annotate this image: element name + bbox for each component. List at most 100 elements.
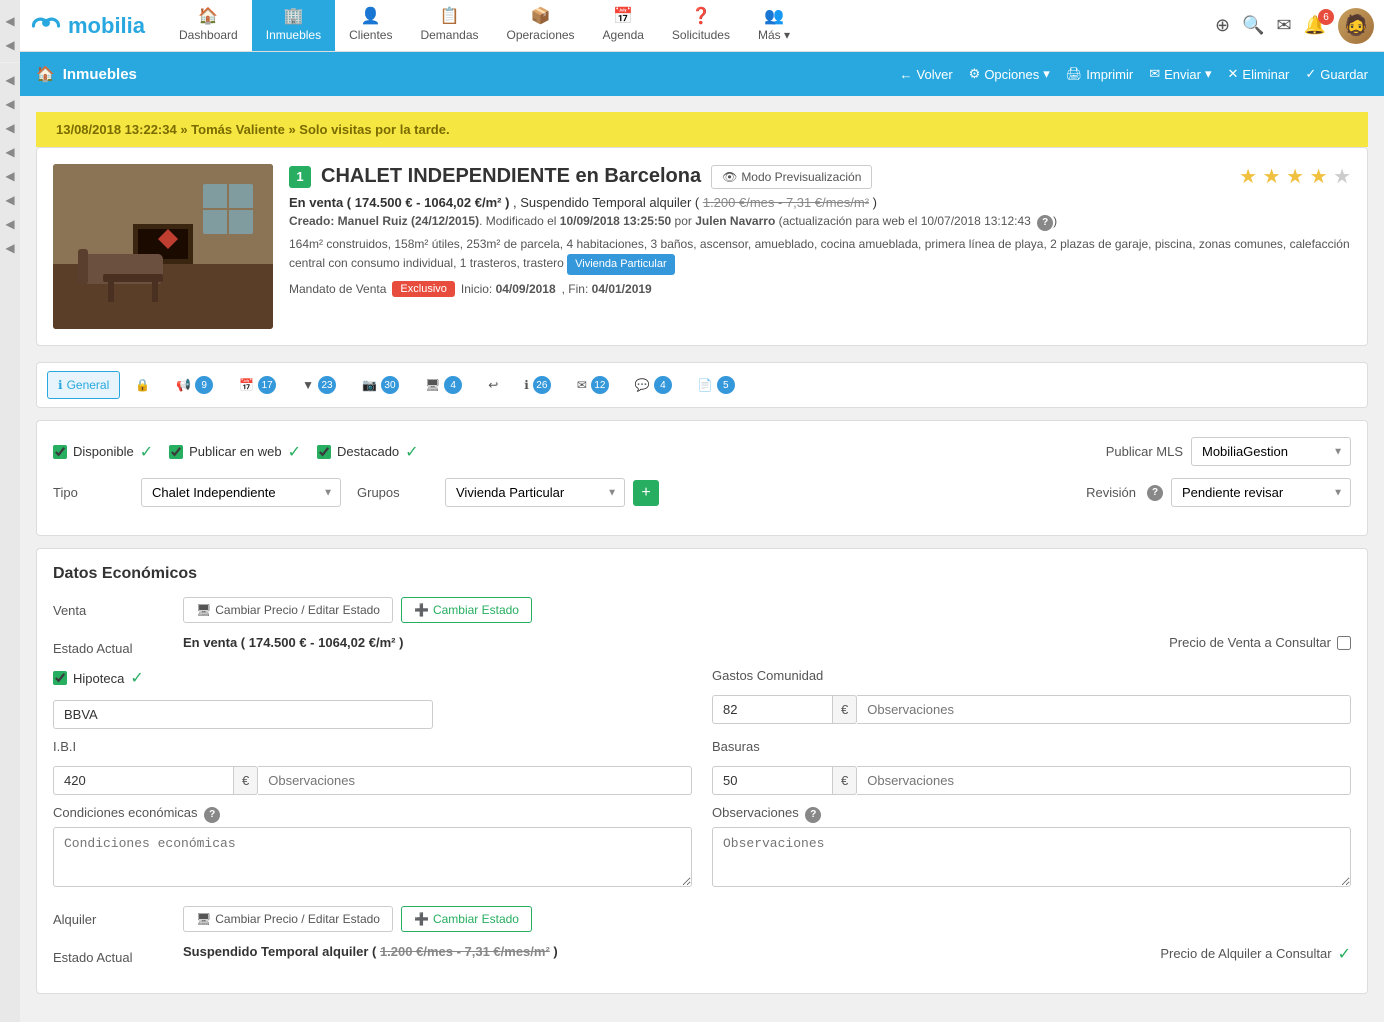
chevron-down-icon: ▾ xyxy=(1043,66,1050,82)
sidebar-arrow[interactable]: ◀ xyxy=(3,93,16,115)
star-5: ★ xyxy=(1333,166,1351,188)
add-button[interactable]: ⊕ xyxy=(1215,15,1230,36)
gastos-euro-unit: € xyxy=(832,695,857,724)
gastos-obs-input[interactable] xyxy=(857,695,1351,724)
cambiar-precio-button[interactable]: 🖥 Cambiar Precio / Editar Estado xyxy=(183,597,393,623)
tab-lock[interactable]: 🔒 xyxy=(124,371,161,399)
general-form-section: Disponible ✓ Publicar en web ✓ Destacado… xyxy=(36,420,1368,536)
user-avatar[interactable]: 🧔 xyxy=(1338,8,1374,44)
nav-demandas[interactable]: 📋 Demandas xyxy=(406,0,492,51)
tab-general[interactable]: ℹ General xyxy=(47,371,120,399)
tab-chat-badge: 4 xyxy=(654,376,672,394)
nav-inmuebles-label: Inmuebles xyxy=(266,28,321,42)
sidebar-arrow[interactable]: ◀ xyxy=(3,165,16,187)
nav-dashboard[interactable]: 🏠 Dashboard xyxy=(165,0,252,51)
destacado-checkbox[interactable] xyxy=(317,445,331,459)
tab-photos[interactable]: 📷 30 xyxy=(351,369,410,401)
observaciones-help-icon[interactable]: ? xyxy=(805,807,821,823)
sidebar-arrow[interactable]: ◀ xyxy=(3,213,16,235)
tipo-select-wrapper: Chalet Independiente Piso Casa Local Sol… xyxy=(141,478,341,507)
tab-screen[interactable]: 🖥 4 xyxy=(414,369,473,401)
monitor-icon: 🖥 xyxy=(425,378,440,392)
send-button[interactable]: ✉ Enviar ▾ xyxy=(1149,66,1211,82)
mas-icon: 👥 xyxy=(764,6,784,26)
nav-inmuebles[interactable]: 🏢 Inmuebles xyxy=(252,0,335,51)
send-icon: ✉ xyxy=(1149,66,1160,82)
add-grupo-button[interactable]: + xyxy=(633,480,659,506)
hipoteca-row: Hipoteca ✓ Gastos Comunidad xyxy=(53,668,1351,729)
sidebar-arrow[interactable]: ◀ xyxy=(3,189,16,211)
nav-solicitudes-label: Solicitudes xyxy=(672,28,730,42)
notifications-button[interactable]: 🔔 6 xyxy=(1304,15,1326,36)
nav-right: ⊕ 🔍 ✉ 🔔 6 🧔 xyxy=(1215,8,1374,44)
revision-label: Revisión xyxy=(1086,485,1136,500)
star-3: ★ xyxy=(1286,166,1304,188)
delete-button[interactable]: ✕ Eliminar xyxy=(1228,66,1290,82)
search-button[interactable]: 🔍 xyxy=(1242,15,1264,36)
tab-history[interactable]: ↩ xyxy=(477,371,509,399)
condiciones-help-icon[interactable]: ? xyxy=(204,807,220,823)
tabs-bar: ℹ General 🔒 📢 9 📅 17 ▼ 23 xyxy=(36,362,1368,408)
cambiar-estado-button[interactable]: ➕ Cambiar Estado xyxy=(401,597,532,623)
destacado-check-icon: ✓ xyxy=(405,442,418,462)
hipoteca-input[interactable] xyxy=(53,700,433,729)
basuras-obs-input[interactable] xyxy=(857,766,1351,795)
tab-whatsapp[interactable]: 💬 4 xyxy=(624,369,683,401)
condiciones-textarea[interactable] xyxy=(53,827,692,887)
publicar-web-check-icon: ✓ xyxy=(288,442,301,462)
nav-operaciones-label: Operaciones xyxy=(507,28,575,42)
nav-operaciones[interactable]: 📦 Operaciones xyxy=(493,0,589,51)
publicar-web-checkbox-group: Publicar en web ✓ xyxy=(169,442,301,462)
nav-solicitudes[interactable]: ❓ Solicitudes xyxy=(658,0,744,51)
print-button[interactable]: 🖨 Imprimir xyxy=(1066,66,1133,82)
tab-filter[interactable]: ▼ 23 xyxy=(291,369,347,401)
hipoteca-label: Hipoteca xyxy=(73,671,124,686)
ibi-input[interactable] xyxy=(53,766,233,795)
meta-help-icon[interactable]: ? xyxy=(1037,215,1053,231)
grupos-label: Grupos xyxy=(357,485,437,500)
tab-calendar[interactable]: 📅 17 xyxy=(228,369,287,401)
gastos-comunidad-input[interactable] xyxy=(712,695,832,724)
revision-select[interactable]: Pendiente revisar Revisado No revisar xyxy=(1171,478,1351,507)
sidebar-arrow[interactable]: ◀ xyxy=(3,10,16,32)
hipoteca-checkbox[interactable] xyxy=(53,671,67,685)
ibi-obs-input[interactable] xyxy=(258,766,692,795)
alquiler-cambiar-estado-button[interactable]: ➕ Cambiar Estado xyxy=(401,906,532,932)
sidebar-arrow[interactable]: ◀ xyxy=(3,69,16,91)
estado-actual-value: En venta ( 174.500 € - 1064,02 €/m² ) xyxy=(183,635,403,650)
precio-consultar-checkbox[interactable] xyxy=(1337,636,1351,650)
back-button[interactable]: ← Volver xyxy=(900,67,953,82)
nav-agenda[interactable]: 📅 Agenda xyxy=(589,0,658,51)
tipo-label: Tipo xyxy=(53,485,133,500)
preview-button[interactable]: 👁 Modo Previsualización xyxy=(711,165,872,189)
print-icon: 🖨 xyxy=(1066,66,1083,82)
tab-docs[interactable]: 📄 5 xyxy=(687,369,746,401)
revision-help-icon[interactable]: ? xyxy=(1147,485,1163,501)
alquiler-cambiar-precio-button[interactable]: 🖥 Cambiar Precio / Editar Estado xyxy=(183,906,393,932)
sidebar-arrow[interactable]: ◀ xyxy=(3,34,16,56)
tab-broadcast[interactable]: 📢 9 xyxy=(165,369,224,401)
sidebar-arrow[interactable]: ◀ xyxy=(3,237,16,259)
publicar-mls-select[interactable]: MobiliaGestion xyxy=(1191,437,1351,466)
grupos-select[interactable]: Vivienda Particular Otro grupo xyxy=(445,478,625,507)
tab-mail[interactable]: ✉ 12 xyxy=(566,369,620,401)
condiciones-obs-row: Condiciones económicas ? Observaciones ? xyxy=(53,805,1351,890)
lock-icon: 🔒 xyxy=(135,378,150,392)
nav-mas[interactable]: 👥 Más ▾ xyxy=(744,0,804,51)
sidebar-arrow[interactable]: ◀ xyxy=(3,117,16,139)
options-button[interactable]: ⚙ Opciones ▾ xyxy=(969,66,1050,82)
disponible-checkbox[interactable] xyxy=(53,445,67,459)
tab-info2[interactable]: ℹ 26 xyxy=(513,369,562,401)
clientes-icon: 👤 xyxy=(361,6,381,26)
observaciones-textarea[interactable] xyxy=(712,827,1351,887)
gastos-comunidad-input-group: € xyxy=(712,695,857,724)
nav-clientes[interactable]: 👤 Clientes xyxy=(335,0,406,51)
mail-button[interactable]: ✉ xyxy=(1276,15,1291,36)
sidebar-arrow[interactable]: ◀ xyxy=(3,141,16,163)
tipo-select[interactable]: Chalet Independiente Piso Casa Local Sol… xyxy=(141,478,341,507)
save-button[interactable]: ✓ Guardar xyxy=(1305,66,1368,82)
basuras-input[interactable] xyxy=(712,766,832,795)
price-icon: 🖥 xyxy=(196,603,211,617)
publicar-web-checkbox[interactable] xyxy=(169,445,183,459)
publicar-mls-label: Publicar MLS xyxy=(1106,444,1183,459)
